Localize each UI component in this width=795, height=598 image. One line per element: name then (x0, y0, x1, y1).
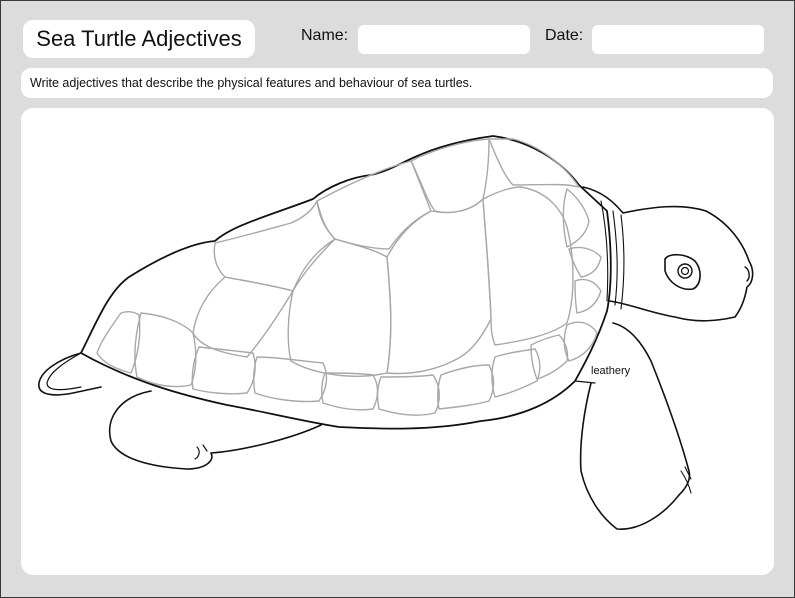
adjective-label: leathery (591, 365, 631, 377)
worksheet-title: Sea Turtle Adjectives (36, 26, 242, 51)
instructions-text: Write adjectives that describe the physi… (30, 76, 473, 90)
instructions-box: Write adjectives that describe the physi… (21, 68, 773, 98)
worksheet-page: Sea Turtle Adjectives Name: Date: Write … (0, 0, 795, 598)
drawing-area: leathery (21, 108, 774, 575)
name-label: Name: (301, 27, 349, 44)
sea-turtle-illustration (38, 135, 754, 530)
turtle-right-flipper (579, 322, 691, 530)
date-label: Date: (545, 27, 584, 44)
date-field[interactable] (592, 25, 764, 54)
worksheet-title-box: Sea Turtle Adjectives (23, 20, 255, 58)
name-field[interactable] (358, 25, 530, 54)
turtle-eye (664, 253, 701, 291)
turtle-head (582, 186, 754, 322)
